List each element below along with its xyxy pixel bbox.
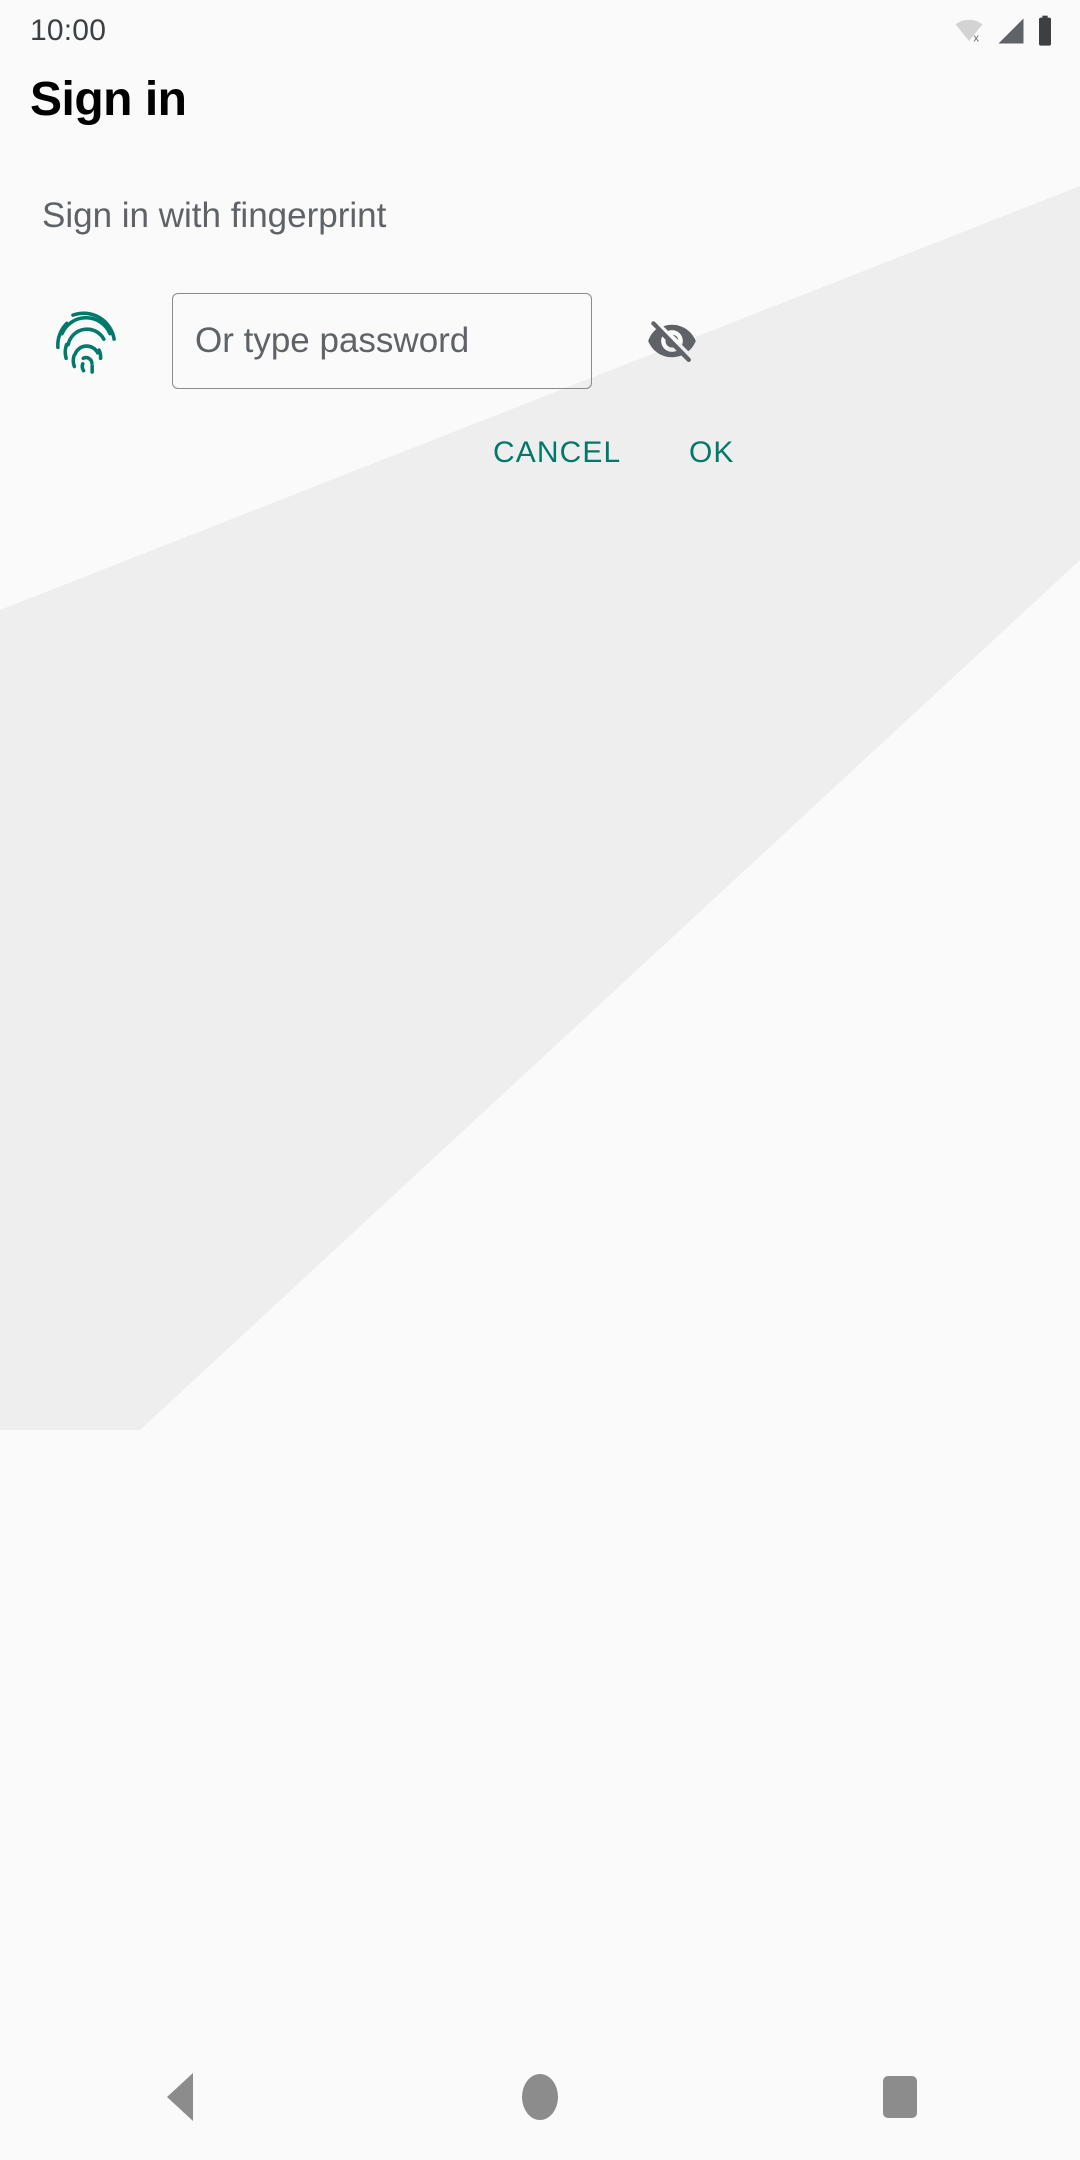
cellular-signal-icon [996,16,1026,46]
cancel-button[interactable]: CANCEL [483,430,631,476]
nav-back-button[interactable] [120,2034,240,2160]
password-field[interactable] [172,293,696,389]
status-bar: 10:00 x [0,0,1080,62]
ok-button[interactable]: OK [679,430,745,476]
home-icon [522,2074,558,2120]
nav-recents-button[interactable] [840,2034,960,2160]
dialog-subtitle: Sign in with fingerprint [42,196,387,235]
password-input[interactable] [173,294,646,388]
auth-row [0,293,1080,389]
back-icon [167,2073,193,2121]
fingerprint-icon [53,298,119,383]
dialog-action-bar: CANCEL OK [0,430,1080,500]
nav-home-button[interactable] [480,2034,600,2160]
status-clock: 10:00 [30,14,107,47]
svg-text:x: x [973,33,979,45]
visibility-off-icon[interactable] [646,293,698,389]
sign-in-screen: 10:00 x Sign in Sign in with fingerprint… [0,0,1080,2160]
page-title: Sign in [30,73,187,126]
status-icons: x [952,15,1054,47]
recents-icon [883,2076,917,2118]
navigation-bar [0,2034,1080,2160]
battery-icon [1036,15,1054,47]
wifi-off-icon: x [952,16,986,46]
